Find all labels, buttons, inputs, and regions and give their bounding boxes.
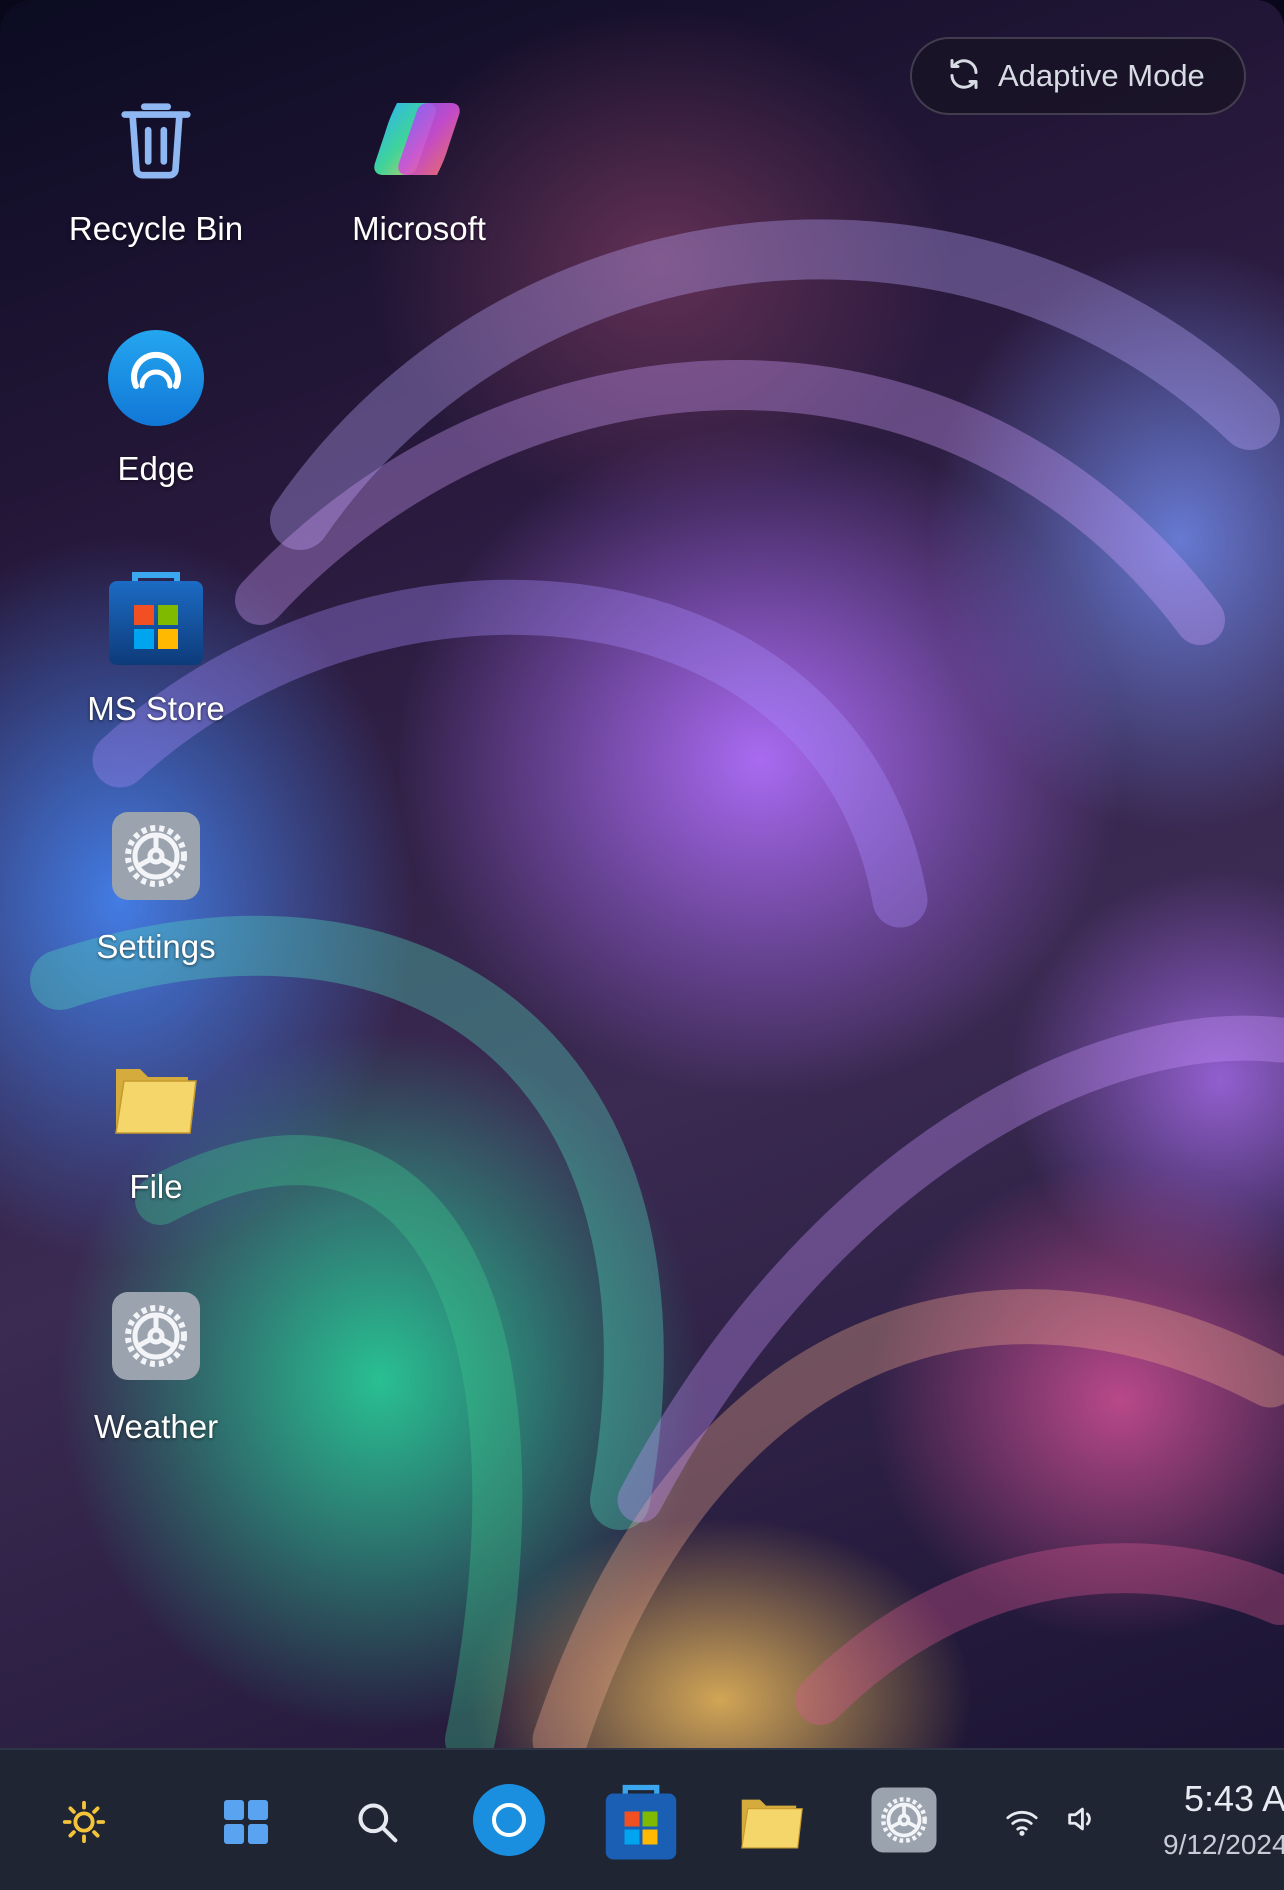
- taskbar-folder-icon[interactable]: [736, 1784, 808, 1856]
- desktop-icon-edge[interactable]: Edge: [41, 328, 271, 488]
- gear-icon: [106, 806, 206, 906]
- desktop-icon-microsoft[interactable]: Microsoft: [304, 88, 534, 248]
- clock[interactable]: 5:43 AM 9/12/2024: [1150, 1760, 1284, 1890]
- trash-icon: [106, 88, 206, 188]
- start-icon[interactable]: [212, 1792, 280, 1852]
- desktop-icon-recycle-bin[interactable]: Recycle Bin: [41, 88, 271, 248]
- search-icon[interactable]: [345, 1792, 409, 1852]
- desktop-icon-label: Settings: [96, 928, 216, 965]
- settings-icon[interactable]: [868, 1784, 940, 1856]
- desktop-icon-label: File: [129, 1168, 183, 1205]
- taskbar-edge-icon[interactable]: [471, 1782, 547, 1858]
- brightness-icon[interactable]: [52, 1792, 116, 1852]
- refresh-icon: [946, 56, 982, 96]
- folder-icon: [106, 1046, 206, 1146]
- adaptive-mode-button[interactable]: Adaptive Mode: [910, 37, 1246, 115]
- volume-icon[interactable]: [1060, 1796, 1102, 1842]
- desktop-icon-label: Microsoft: [352, 210, 486, 247]
- store-icon: [106, 568, 206, 668]
- taskbar-store-icon[interactable]: [603, 1782, 679, 1862]
- clock-time: 5:43 AM: [1184, 1778, 1284, 1819]
- desktop-icon-ms-store[interactable]: MS Store: [41, 568, 271, 728]
- edge-icon: [106, 328, 206, 428]
- desktop-icon-weather[interactable]: Weather: [41, 1286, 271, 1446]
- desktop-icon-file[interactable]: File: [41, 1046, 271, 1206]
- desktop-screen: Adaptive Mode Recycle Bin Microsoft Edge…: [0, 0, 1284, 1890]
- desktop-icon-label: Recycle Bin: [68, 210, 244, 247]
- adaptive-mode-label: Adaptive Mode: [998, 58, 1205, 93]
- desktop-icon-label: Weather: [93, 1408, 219, 1445]
- clock-date: 9/12/2024: [1163, 1829, 1284, 1860]
- gear-icon: [106, 1286, 206, 1386]
- desktop-icon-settings[interactable]: Settings: [41, 806, 271, 966]
- copilot-icon: [369, 88, 469, 188]
- desktop-icon-label: Edge: [117, 450, 195, 487]
- desktop-icon-label: MS Store: [87, 690, 225, 727]
- wifi-icon[interactable]: [1002, 1800, 1042, 1844]
